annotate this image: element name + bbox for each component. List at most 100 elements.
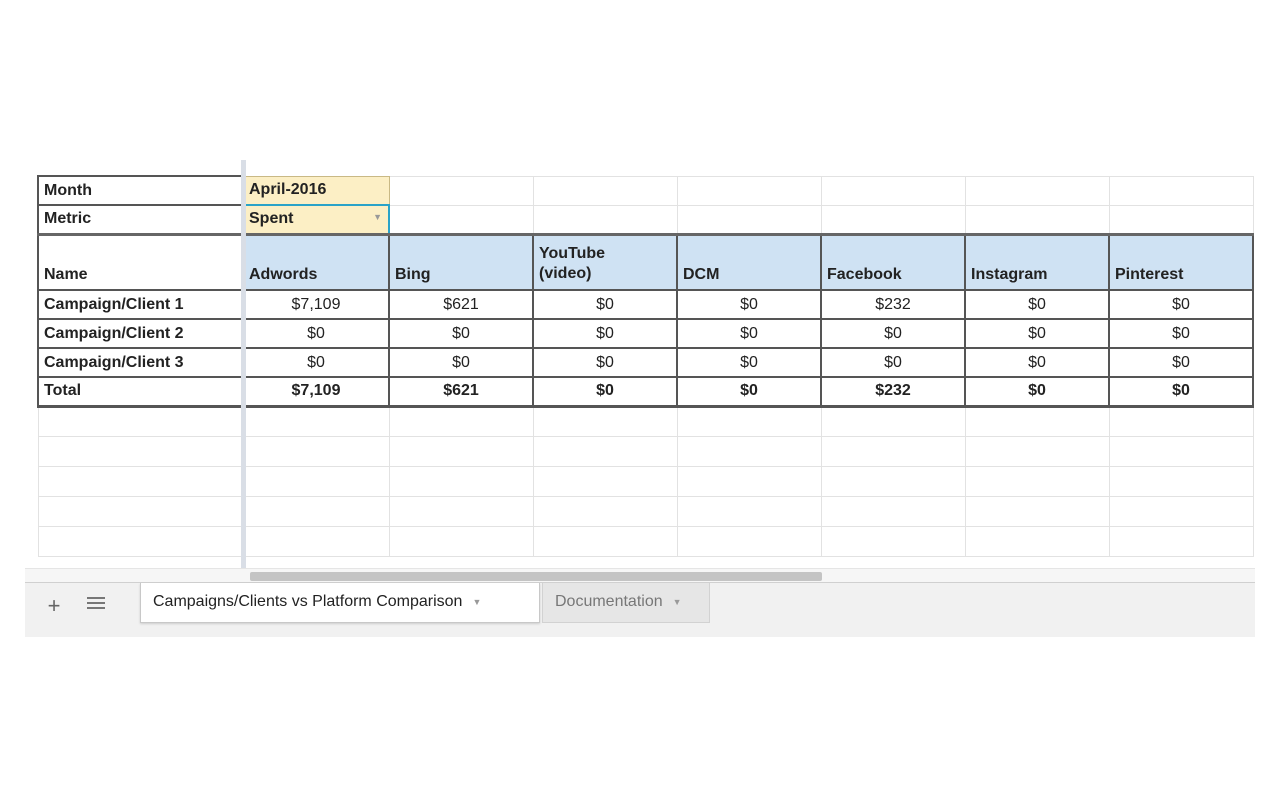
empty-cell[interactable] xyxy=(1108,435,1254,467)
cell-value[interactable]: $0 xyxy=(820,318,966,349)
empty-cell[interactable] xyxy=(676,204,822,235)
total-label[interactable]: Total xyxy=(37,376,244,408)
header-adwords[interactable]: Adwords xyxy=(242,232,390,291)
empty-cell[interactable] xyxy=(676,495,822,527)
cell-value[interactable]: $0 xyxy=(388,347,534,378)
cell-value[interactable]: $0 xyxy=(1108,318,1254,349)
row-name[interactable]: Campaign/Client 1 xyxy=(37,289,244,320)
header-instagram[interactable]: Instagram xyxy=(964,232,1110,291)
empty-cell[interactable] xyxy=(676,525,822,557)
header-pinterest[interactable]: Pinterest xyxy=(1108,232,1254,291)
empty-cell[interactable] xyxy=(964,525,1110,557)
empty-cell[interactable] xyxy=(242,405,390,437)
empty-cell[interactable] xyxy=(1108,405,1254,437)
empty-cell[interactable] xyxy=(676,175,822,206)
empty-cell[interactable] xyxy=(820,204,966,235)
chevron-down-icon[interactable]: ▼ xyxy=(373,212,382,222)
row-name[interactable]: Campaign/Client 3 xyxy=(37,347,244,378)
header-youtube[interactable]: YouTube (video) xyxy=(532,232,678,291)
empty-cell[interactable] xyxy=(388,435,534,467)
empty-cell[interactable] xyxy=(676,405,822,437)
empty-cell[interactable] xyxy=(820,435,966,467)
tab-documentation[interactable]: Documentation ▼ xyxy=(542,583,710,623)
empty-cell[interactable] xyxy=(532,495,678,527)
cell-value[interactable]: $0 xyxy=(532,318,678,349)
empty-cell[interactable] xyxy=(242,435,390,467)
empty-cell[interactable] xyxy=(37,495,244,527)
row-name[interactable]: Campaign/Client 2 xyxy=(37,318,244,349)
empty-cell[interactable] xyxy=(242,525,390,557)
cell-value[interactable]: $621 xyxy=(388,289,534,320)
empty-cell[interactable] xyxy=(1108,525,1254,557)
empty-cell[interactable] xyxy=(1108,175,1254,206)
empty-cell[interactable] xyxy=(388,204,534,235)
chevron-down-icon[interactable]: ▼ xyxy=(472,597,481,607)
empty-cell[interactable] xyxy=(964,204,1110,235)
empty-cell[interactable] xyxy=(37,525,244,557)
cell-value[interactable]: $0 xyxy=(242,347,390,378)
cell-value[interactable]: $7,109 xyxy=(242,289,390,320)
cell-value[interactable]: $0 xyxy=(964,289,1110,320)
empty-cell[interactable] xyxy=(532,465,678,497)
month-value-cell[interactable]: April-2016 xyxy=(242,175,390,206)
empty-cell[interactable] xyxy=(820,525,966,557)
empty-cell[interactable] xyxy=(388,525,534,557)
total-value[interactable]: $232 xyxy=(820,376,966,408)
empty-cell[interactable] xyxy=(964,495,1110,527)
empty-cell[interactable] xyxy=(676,435,822,467)
cell-value[interactable]: $0 xyxy=(676,318,822,349)
tab-campaigns-clients[interactable]: Campaigns/Clients vs Platform Comparison… xyxy=(140,583,540,623)
total-value[interactable]: $0 xyxy=(532,376,678,408)
cell-value[interactable]: $0 xyxy=(1108,347,1254,378)
header-dcm[interactable]: DCM xyxy=(676,232,822,291)
total-value[interactable]: $0 xyxy=(1108,376,1254,408)
empty-cell[interactable] xyxy=(37,405,244,437)
cell-value[interactable]: $0 xyxy=(964,318,1110,349)
frozen-column-divider[interactable] xyxy=(241,160,246,568)
empty-cell[interactable] xyxy=(532,405,678,437)
cell-value[interactable]: $0 xyxy=(532,347,678,378)
empty-cell[interactable] xyxy=(37,465,244,497)
empty-cell[interactable] xyxy=(388,495,534,527)
chevron-down-icon[interactable]: ▼ xyxy=(673,597,682,607)
cell-value[interactable]: $0 xyxy=(242,318,390,349)
empty-cell[interactable] xyxy=(388,175,534,206)
empty-cell[interactable] xyxy=(242,495,390,527)
empty-cell[interactable] xyxy=(532,525,678,557)
empty-cell[interactable] xyxy=(1108,204,1254,235)
empty-cell[interactable] xyxy=(532,204,678,235)
empty-cell[interactable] xyxy=(964,435,1110,467)
header-facebook[interactable]: Facebook xyxy=(820,232,966,291)
empty-cell[interactable] xyxy=(964,465,1110,497)
cell-value[interactable]: $232 xyxy=(820,289,966,320)
metric-dropdown-cell[interactable]: Spent ▼ xyxy=(242,204,390,235)
cell-value[interactable]: $0 xyxy=(964,347,1110,378)
empty-cell[interactable] xyxy=(242,465,390,497)
cell-value[interactable]: $0 xyxy=(532,289,678,320)
empty-cell[interactable] xyxy=(388,465,534,497)
month-label[interactable]: Month xyxy=(37,175,244,206)
empty-cell[interactable] xyxy=(532,435,678,467)
empty-cell[interactable] xyxy=(532,175,678,206)
empty-cell[interactable] xyxy=(820,495,966,527)
total-value[interactable]: $621 xyxy=(388,376,534,408)
total-value[interactable]: $0 xyxy=(676,376,822,408)
cell-value[interactable]: $0 xyxy=(820,347,966,378)
header-name[interactable]: Name xyxy=(37,232,244,291)
empty-cell[interactable] xyxy=(820,405,966,437)
metric-label[interactable]: Metric xyxy=(37,204,244,235)
scrollbar-thumb[interactable] xyxy=(250,572,822,581)
total-value[interactable]: $7,109 xyxy=(242,376,390,408)
cell-value[interactable]: $0 xyxy=(388,318,534,349)
empty-cell[interactable] xyxy=(820,465,966,497)
cell-value[interactable]: $0 xyxy=(676,289,822,320)
header-bing[interactable]: Bing xyxy=(388,232,534,291)
total-value[interactable]: $0 xyxy=(964,376,1110,408)
empty-cell[interactable] xyxy=(820,175,966,206)
menu-list-icon[interactable] xyxy=(87,597,105,613)
plus-icon[interactable]: + xyxy=(43,593,65,619)
empty-cell[interactable] xyxy=(1108,495,1254,527)
cell-value[interactable]: $0 xyxy=(676,347,822,378)
empty-cell[interactable] xyxy=(964,405,1110,437)
cell-value[interactable]: $0 xyxy=(1108,289,1254,320)
